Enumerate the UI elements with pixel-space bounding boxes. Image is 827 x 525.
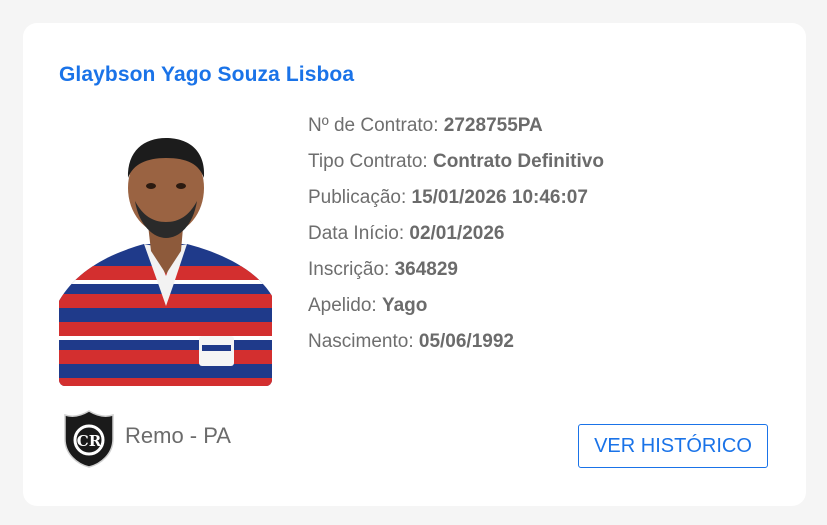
field-value: 02/01/2026: [409, 223, 505, 244]
svg-text:CR: CR: [77, 432, 102, 450]
field-label: Data Início:: [308, 223, 405, 244]
view-history-button[interactable]: VER HISTÓRICO: [578, 424, 768, 468]
registration-row: Inscrição: 364829: [308, 257, 604, 293]
field-label: Publicação:: [308, 187, 407, 208]
player-name: Glaybson Yago Souza Lisboa: [59, 63, 355, 86]
publication-row: Publicação: 15/01/2026 10:46:07: [308, 185, 604, 221]
birth-date-row: Nascimento: 05/06/1992: [308, 329, 604, 365]
field-value: 2728755PA: [443, 115, 543, 136]
field-value: 05/06/1992: [418, 331, 514, 352]
field-value: 364829: [394, 259, 458, 280]
club-name: Remo - PA: [125, 423, 231, 448]
contract-details: Nº de Contrato: 2728755PA Tipo Contrato:…: [308, 113, 604, 365]
field-value: Yago: [381, 295, 428, 316]
field-value: 15/01/2026 10:46:07: [411, 187, 588, 208]
contract-number-row: Nº de Contrato: 2728755PA: [308, 113, 604, 149]
start-date-row: Data Início: 02/01/2026: [308, 221, 604, 257]
player-photo: [59, 116, 272, 386]
field-value: Contrato Definitivo: [432, 151, 604, 172]
field-label: Inscrição:: [308, 259, 390, 280]
nickname-row: Apelido: Yago: [308, 293, 604, 329]
player-card: Glaybson Yago Souza Lisboa Nº de Contrat…: [23, 23, 806, 506]
field-label: Apelido:: [308, 295, 377, 316]
club-info: CR Remo - PA: [63, 409, 231, 469]
remo-crest-icon: CR: [63, 409, 115, 469]
field-label: Nº de Contrato:: [308, 115, 439, 136]
field-label: Tipo Contrato:: [308, 151, 428, 172]
contract-type-row: Tipo Contrato: Contrato Definitivo: [308, 149, 604, 185]
field-label: Nascimento:: [308, 331, 414, 352]
